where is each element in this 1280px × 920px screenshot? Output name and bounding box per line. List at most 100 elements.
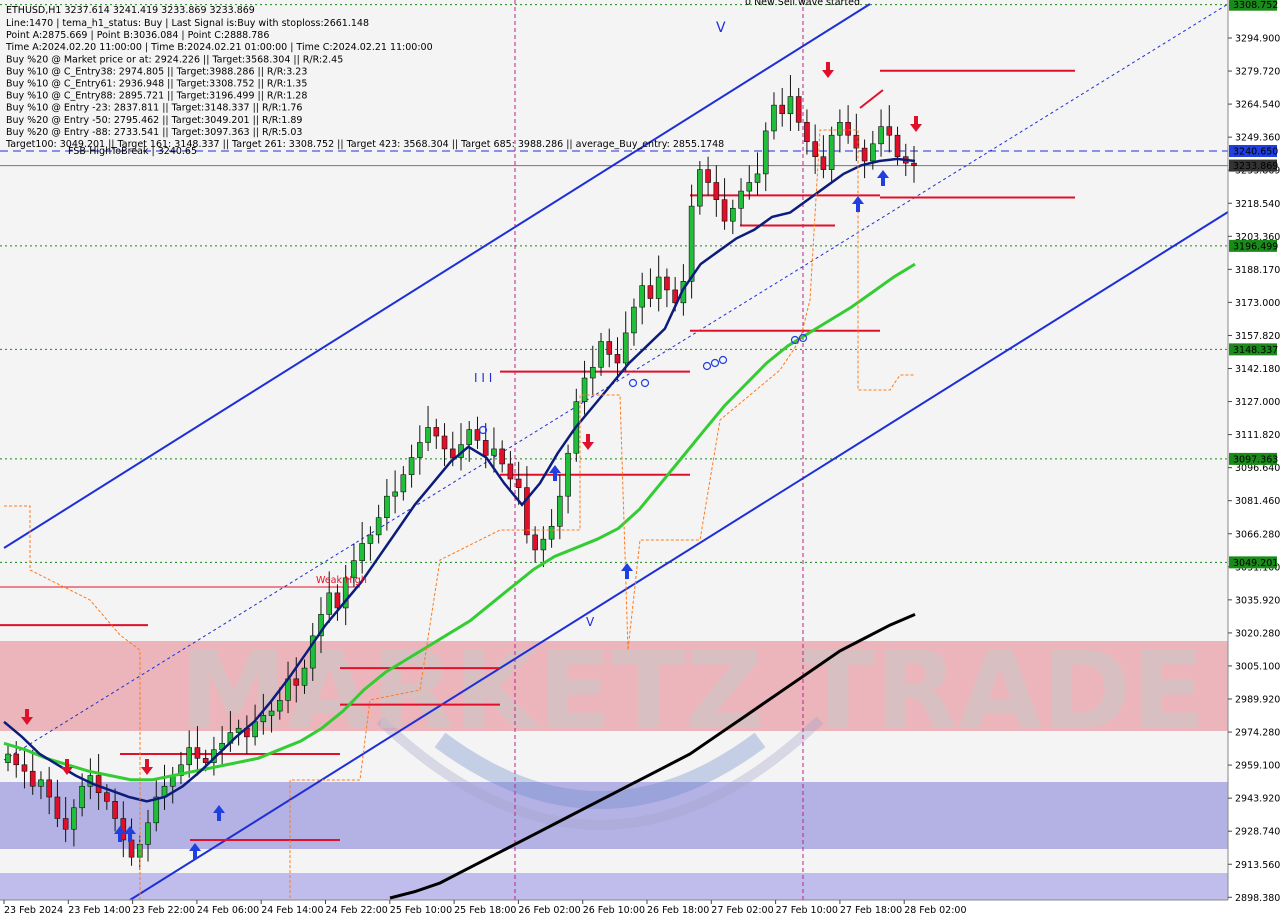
candle-body [804, 122, 810, 142]
time-tick-label: 27 Feb 02:00 [711, 905, 773, 916]
price-tick-label: 2989.920 [1235, 695, 1280, 706]
candle-body [655, 276, 662, 299]
candle-body [886, 126, 893, 136]
price-tag-label: 3097.363 [1233, 454, 1278, 465]
candle-body [367, 534, 374, 544]
candle-body [194, 747, 201, 759]
price-tick-label: 3081.460 [1235, 496, 1280, 507]
candle-body [21, 764, 28, 772]
candle-body [779, 104, 786, 115]
candle-body [713, 182, 720, 200]
candle-body [548, 525, 555, 540]
price-tick-label: 3218.540 [1235, 199, 1280, 210]
info-line: Buy %20 @ Entry -50: 2795.462 || Target:… [6, 115, 302, 126]
candle-body [260, 715, 267, 723]
price-tag-label: 3196.499 [1233, 241, 1278, 252]
candle-body [565, 452, 571, 497]
time-tick-label: 24 Feb 22:00 [326, 905, 388, 916]
candle-body [598, 341, 604, 368]
wave-mark-v: V [716, 20, 726, 36]
candle-body [606, 341, 613, 355]
candle-body [13, 753, 20, 766]
price-tick-label: 3157.820 [1235, 331, 1280, 342]
candle-body [845, 122, 851, 136]
price-tag-label: 3233.869 [1233, 161, 1278, 172]
time-tick-label: 26 Feb 10:00 [583, 905, 645, 916]
price-tick-label: 3020.280 [1235, 628, 1280, 639]
weak-high-label: Weak High [316, 575, 367, 586]
candle-body [384, 495, 390, 518]
time-tick-label: 27 Feb 18:00 [840, 905, 902, 916]
candle-body [688, 205, 695, 282]
support-zone-low [0, 873, 1228, 900]
wave-mark-iii: I I I [474, 371, 492, 385]
time-tick-label: 23 Feb 22:00 [133, 905, 195, 916]
price-tick-label: 3005.100 [1235, 661, 1280, 672]
candle-body [581, 377, 588, 402]
candle-body [276, 700, 283, 712]
info-line: Buy %10 @ C_Entry61: 2936.948 || Target:… [6, 79, 307, 90]
candle-body [631, 306, 637, 334]
candle-body [433, 427, 440, 437]
candle-body [771, 104, 777, 132]
info-line: Buy %20 @ Entry -88: 2733.541 || Target:… [6, 127, 302, 138]
time-tick-label: 25 Feb 10:00 [390, 905, 452, 916]
price-tick-label: 2928.740 [1235, 827, 1280, 838]
price-tick-label: 2898.380 [1235, 893, 1280, 904]
price-tick-label: 3066.280 [1235, 529, 1280, 540]
candle-body [746, 182, 753, 192]
candle-body [359, 543, 365, 561]
candle-body [417, 442, 423, 458]
candle-body [697, 169, 703, 207]
time-tick-label: 23 Feb 2024 [4, 905, 63, 916]
price-tag-label: 3308.752 [1233, 0, 1278, 11]
price-tag-label: 3049.201 [1233, 558, 1278, 569]
candle-body [870, 143, 876, 162]
candle-body [54, 796, 61, 819]
price-chart[interactable]: MARKETZ TRADE ETHUSD,H1 3237.614 3241.41… [0, 0, 1280, 920]
candle-body [762, 130, 769, 175]
candle-body [557, 495, 563, 527]
candle-body [449, 448, 456, 458]
candle-body [62, 818, 69, 830]
price-tick-label: 3249.360 [1235, 133, 1280, 144]
info-line: Buy %20 @ Market price or at: 2924.226 |… [6, 54, 343, 65]
candle-body [46, 779, 52, 798]
info-line: Line:1470 | tema_h1_status: Buy | Last S… [6, 18, 369, 29]
price-tick-label: 3127.000 [1235, 397, 1280, 408]
candle-body [721, 199, 728, 222]
price-tick-label: 3188.170 [1235, 265, 1280, 276]
candle-body [861, 147, 868, 162]
candle-body [392, 491, 398, 497]
price-tag-label: 3148.337 [1233, 345, 1278, 356]
candle-body [186, 747, 192, 766]
candle-body [622, 332, 629, 364]
candle-body [491, 448, 497, 456]
candle-body [5, 753, 11, 763]
time-tick-label: 23 Feb 14:00 [68, 905, 130, 916]
price-tick-label: 3279.720 [1235, 67, 1280, 78]
time-tick-label: 24 Feb 06:00 [197, 905, 259, 916]
candle-body [532, 534, 538, 551]
candle-body [664, 276, 670, 291]
candle-body [754, 173, 761, 183]
wave-text: 0 New Sell wave started [745, 0, 860, 8]
watermark-text: MARKETZ TRADE [180, 629, 1205, 754]
candle-body [153, 796, 160, 824]
candle-body [911, 162, 917, 166]
candle-body [828, 134, 835, 170]
candle-body [38, 779, 44, 787]
time-tick-label: 26 Feb 02:00 [518, 905, 580, 916]
time-tick-label: 27 Feb 10:00 [776, 905, 838, 916]
candle-body [104, 792, 110, 802]
price-tag-label: 3240.650 [1233, 147, 1278, 158]
price-tick-label: 3035.920 [1235, 595, 1280, 606]
candle-body [79, 785, 85, 809]
candle-body [812, 141, 818, 158]
candle-body [878, 126, 884, 145]
candle-body [375, 517, 382, 536]
info-line: Buy %10 @ C_Entry38: 2974.805 || Target:… [6, 66, 307, 77]
price-tick-label: 3111.820 [1235, 430, 1280, 441]
candle-body [202, 758, 209, 763]
price-tick-label: 2943.920 [1235, 794, 1280, 805]
